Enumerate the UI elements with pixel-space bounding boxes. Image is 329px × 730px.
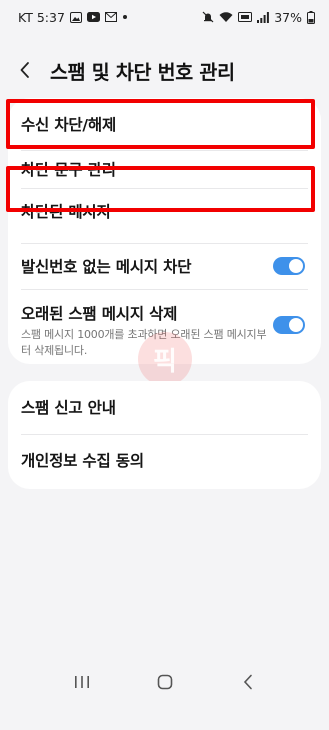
back-icon <box>243 674 252 690</box>
home-button[interactable] <box>140 667 190 697</box>
privacy-consent-label: 개인정보 수집 동의 <box>21 452 144 470</box>
home-icon <box>157 674 172 690</box>
youtube-icon <box>86 12 100 22</box>
app-header: 스팸 및 차단 번호 관리 <box>0 50 329 90</box>
delete-old-spam-toggle[interactable] <box>273 316 305 334</box>
page-title: 스팸 및 차단 번호 관리 <box>50 60 235 84</box>
status-bar: KT 5:37 37% <box>0 0 329 34</box>
toggle-knob <box>289 259 303 273</box>
delete-old-spam-label: 오래된 스팸 메시지 삭제 <box>21 305 178 323</box>
delete-old-spam-item[interactable]: 오래된 스팸 메시지 삭제 스팸 메시지 1000개를 초과하면 오래된 스팸 … <box>8 292 321 358</box>
dot-icon <box>122 14 128 20</box>
blocked-messages-label: 차단된 메시지 <box>21 203 111 221</box>
blocked-messages-item[interactable]: 차단된 메시지 <box>8 190 321 232</box>
mail-icon <box>104 12 117 22</box>
lte-icon <box>238 12 253 22</box>
block-unknown-sender-toggle[interactable] <box>273 257 305 275</box>
block-phrases-item[interactable]: 차단 문구 관리 <box>8 150 321 188</box>
toggle-knob <box>289 318 303 332</box>
privacy-consent-item[interactable]: 개인정보 수집 동의 <box>8 435 321 485</box>
block-numbers-label: 수신 차단/해제 <box>21 116 117 134</box>
block-unknown-sender-item[interactable]: 발신번호 없는 메시지 차단 <box>8 244 321 288</box>
wifi-icon <box>219 11 233 23</box>
alarm-off-icon <box>202 11 214 23</box>
delete-old-spam-description: 스팸 메시지 1000개를 초과하면 오래된 스팸 메시지부터 삭제됩니다. <box>21 328 267 357</box>
divider <box>21 289 308 290</box>
block-phrases-label: 차단 문구 관리 <box>21 161 116 179</box>
spam-report-info-label: 스팸 신고 안내 <box>21 399 116 417</box>
block-numbers-item[interactable]: 수신 차단/해제 <box>8 98 321 150</box>
settings-card-main: 수신 차단/해제 차단 문구 관리 차단된 메시지 발신번호 없는 메시지 차단… <box>8 98 321 364</box>
signal-icon <box>257 11 270 23</box>
chevron-left-icon <box>20 62 29 78</box>
system-nav-bar <box>0 664 329 700</box>
back-button[interactable] <box>0 50 50 90</box>
divider <box>21 188 308 189</box>
recent-apps-button[interactable] <box>57 667 107 697</box>
system-back-button[interactable] <box>223 667 273 697</box>
recent-apps-icon <box>74 676 89 688</box>
block-unknown-sender-label: 발신번호 없는 메시지 차단 <box>21 258 192 276</box>
battery-percent: 37% <box>274 9 302 25</box>
battery-icon <box>307 10 315 24</box>
carrier-time: KT 5:37 <box>18 9 65 25</box>
spam-report-info-item[interactable]: 스팸 신고 안내 <box>8 381 321 433</box>
gallery-icon <box>69 11 82 23</box>
settings-card-info: 스팸 신고 안내 개인정보 수집 동의 <box>8 381 321 489</box>
